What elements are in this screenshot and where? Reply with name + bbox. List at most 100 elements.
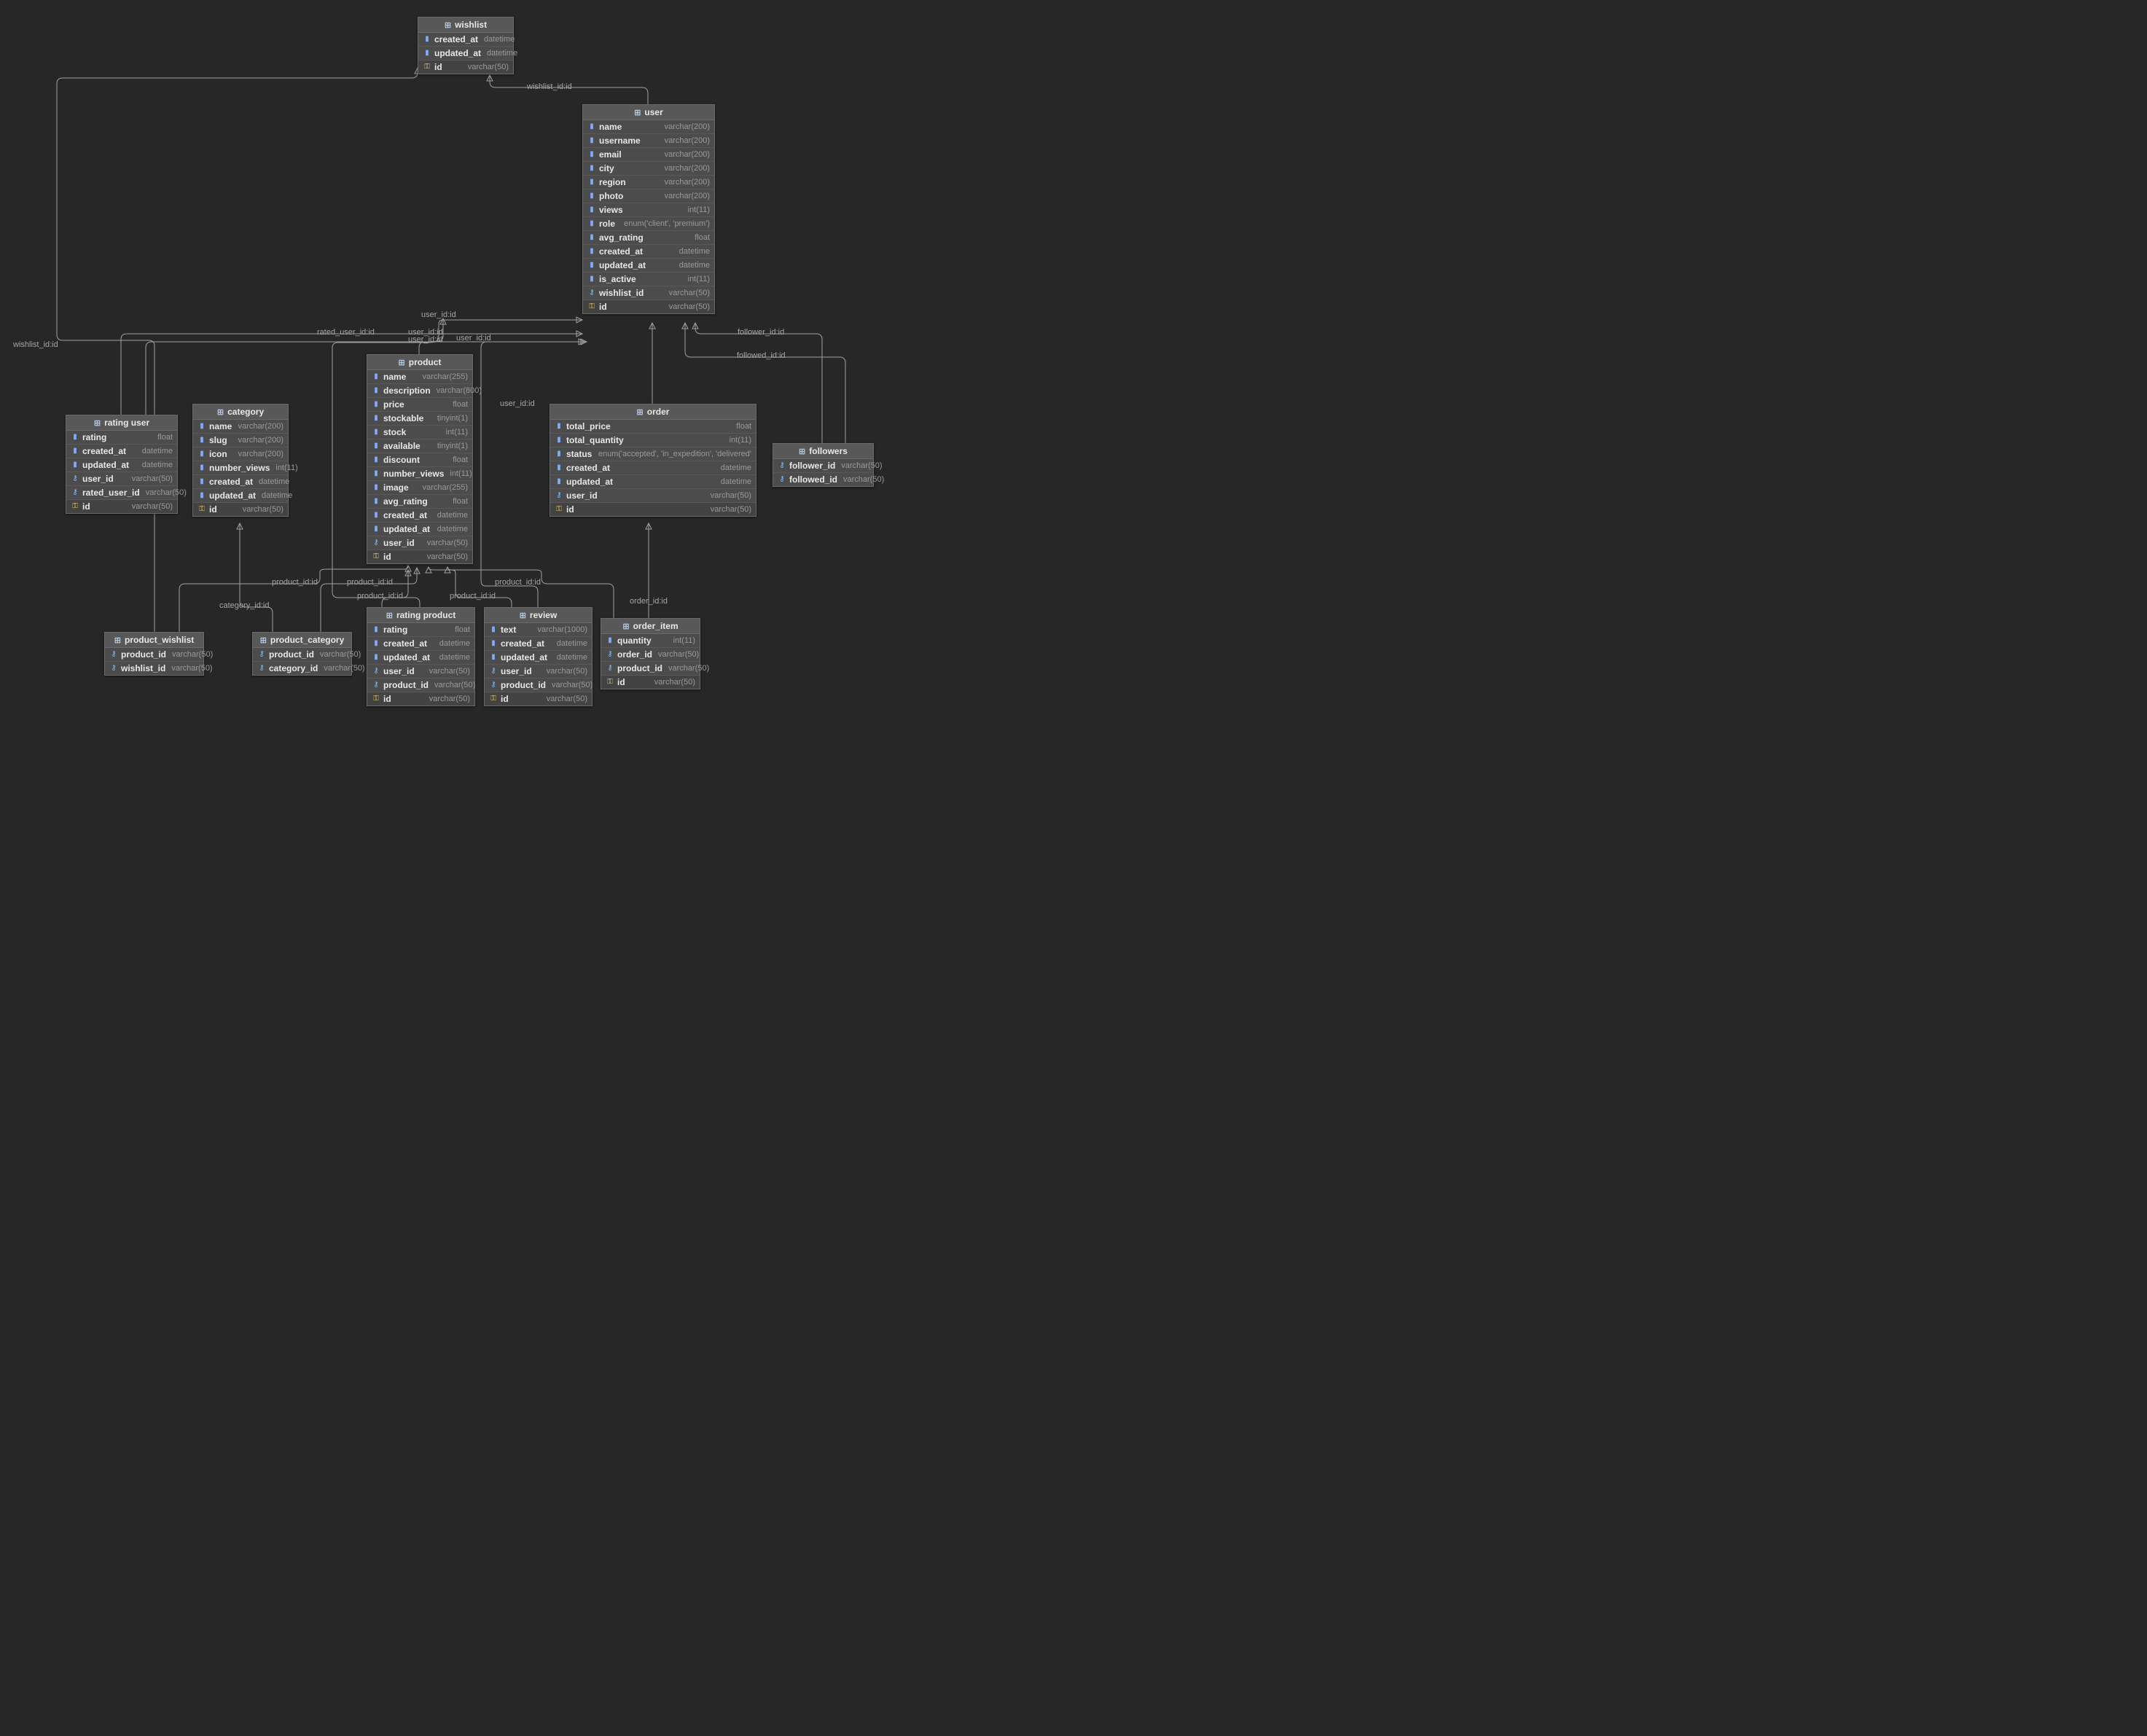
column-row[interactable]: idvarchar(50) [418, 60, 513, 74]
column-row[interactable]: cityvarchar(200) [583, 162, 714, 176]
column-row[interactable]: is_activeint(11) [583, 273, 714, 286]
column-row[interactable]: stockabletinyint(1) [367, 412, 472, 426]
column-row[interactable]: idvarchar(50) [66, 500, 177, 513]
column-row[interactable]: idvarchar(50) [367, 550, 472, 563]
entity-header[interactable]: product_category [253, 633, 351, 648]
column-row[interactable]: number_viewsint(11) [193, 461, 288, 475]
column-row[interactable]: idvarchar(50) [550, 503, 756, 516]
entity-header[interactable]: product [367, 355, 472, 370]
entity-review[interactable]: reviewtextvarchar(1000)created_atdatetim… [484, 607, 593, 706]
column-row[interactable]: total_pricefloat [550, 420, 756, 434]
column-row[interactable]: idvarchar(50) [367, 692, 474, 705]
column-row[interactable]: emailvarchar(200) [583, 148, 714, 162]
column-row[interactable]: created_atdatetime [418, 33, 513, 47]
column-row[interactable]: roleenum('client', 'premium') [583, 217, 714, 231]
entity-followers[interactable]: followersfollower_idvarchar(50)followed_… [773, 443, 874, 487]
column-row[interactable]: product_idvarchar(50) [253, 648, 351, 662]
column-row[interactable]: updated_atdatetime [485, 651, 592, 665]
column-row[interactable]: idvarchar(50) [583, 300, 714, 313]
column-row[interactable]: idvarchar(50) [601, 676, 700, 689]
column-type: varchar(50) [237, 505, 283, 514]
column-row[interactable]: usernamevarchar(200) [583, 134, 714, 148]
column-row[interactable]: namevarchar(200) [193, 420, 288, 434]
column-row[interactable]: statusenum('accepted', 'in_expedition', … [550, 447, 756, 461]
column-row[interactable]: user_idvarchar(50) [367, 665, 474, 679]
column-row[interactable]: namevarchar(255) [367, 370, 472, 384]
column-row[interactable]: pricefloat [367, 398, 472, 412]
column-row[interactable]: updated_atdatetime [367, 651, 474, 665]
column-row[interactable]: follower_idvarchar(50) [773, 459, 873, 473]
column-row[interactable]: updated_atdatetime [418, 47, 513, 60]
column-row[interactable]: product_idvarchar(50) [105, 648, 203, 662]
column-row[interactable]: created_atdatetime [367, 509, 472, 523]
column-row[interactable]: iconvarchar(200) [193, 447, 288, 461]
entity-header[interactable]: rating product [367, 608, 474, 623]
entity-header[interactable]: order [550, 404, 756, 420]
column-row[interactable]: number_viewsint(11) [367, 467, 472, 481]
column-row[interactable]: namevarchar(200) [583, 120, 714, 134]
column-row[interactable]: imagevarchar(255) [367, 481, 472, 495]
column-row[interactable]: avg_ratingfloat [367, 495, 472, 509]
column-row[interactable]: order_idvarchar(50) [601, 648, 700, 662]
column-row[interactable]: user_idvarchar(50) [550, 489, 756, 503]
column-row[interactable]: ratingfloat [367, 623, 474, 637]
column-row[interactable]: total_quantityint(11) [550, 434, 756, 447]
column-row[interactable]: idvarchar(50) [485, 692, 592, 705]
column-row[interactable]: wishlist_idvarchar(50) [105, 662, 203, 675]
entity-header[interactable]: category [193, 404, 288, 420]
column-row[interactable]: photovarchar(200) [583, 189, 714, 203]
column-row[interactable]: stockint(11) [367, 426, 472, 439]
column-row[interactable]: updated_atdatetime [66, 458, 177, 472]
column-row[interactable]: updated_atdatetime [550, 475, 756, 489]
column-row[interactable]: updated_atdatetime [367, 523, 472, 536]
column-row[interactable]: ratingfloat [66, 431, 177, 445]
column-row[interactable]: descriptionvarchar(800) [367, 384, 472, 398]
column-row[interactable]: created_atdatetime [193, 475, 288, 489]
entity-order_item[interactable]: order_itemquantityint(11)order_idvarchar… [601, 618, 700, 689]
column-row[interactable]: created_atdatetime [66, 445, 177, 458]
relationship-label: category_id:id [219, 601, 270, 610]
entity-header[interactable]: product_wishlist [105, 633, 203, 648]
column-row[interactable]: updated_atdatetime [583, 259, 714, 273]
column-row[interactable]: quantityint(11) [601, 634, 700, 648]
entity-header[interactable]: followers [773, 444, 873, 459]
column-row[interactable]: user_idvarchar(50) [485, 665, 592, 679]
relationship-edge [429, 567, 512, 607]
entity-order[interactable]: ordertotal_pricefloattotal_quantityint(1… [550, 404, 756, 517]
column-row[interactable]: textvarchar(1000) [485, 623, 592, 637]
entity-product_category[interactable]: product_categoryproduct_idvarchar(50)cat… [252, 632, 352, 676]
column-row[interactable]: regionvarchar(200) [583, 176, 714, 189]
entity-wishlist[interactable]: wishlistcreated_atdatetimeupdated_atdate… [418, 17, 514, 74]
column-row[interactable]: created_atdatetime [550, 461, 756, 475]
entity-category[interactable]: categorynamevarchar(200)slugvarchar(200)… [192, 404, 289, 517]
column-row[interactable]: product_idvarchar(50) [367, 679, 474, 692]
entity-product_wishlist[interactable]: product_wishlistproduct_idvarchar(50)wis… [104, 632, 204, 676]
column-row[interactable]: avg_ratingfloat [583, 231, 714, 245]
column-row[interactable]: wishlist_idvarchar(50) [583, 286, 714, 300]
column-row[interactable]: rated_user_idvarchar(50) [66, 486, 177, 500]
column-row[interactable]: slugvarchar(200) [193, 434, 288, 447]
column-row[interactable]: updated_atdatetime [193, 489, 288, 503]
entity-header[interactable]: wishlist [418, 17, 513, 33]
entity-rating_product[interactable]: rating productratingfloatcreated_atdatet… [367, 607, 475, 706]
entity-header[interactable]: review [485, 608, 592, 623]
entity-header[interactable]: rating user [66, 415, 177, 431]
entity-header[interactable]: user [583, 105, 714, 120]
column-row[interactable]: user_idvarchar(50) [367, 536, 472, 550]
column-row[interactable]: product_idvarchar(50) [601, 662, 700, 676]
column-row[interactable]: product_idvarchar(50) [485, 679, 592, 692]
entity-rating_user[interactable]: rating userratingfloatcreated_atdatetime… [66, 415, 178, 514]
column-row[interactable]: created_atdatetime [583, 245, 714, 259]
column-row[interactable]: viewsint(11) [583, 203, 714, 217]
column-row[interactable]: idvarchar(50) [193, 503, 288, 516]
entity-product[interactable]: productnamevarchar(255)descriptionvarcha… [367, 354, 473, 564]
column-row[interactable]: user_idvarchar(50) [66, 472, 177, 486]
entity-user[interactable]: usernamevarchar(200)usernamevarchar(200)… [582, 104, 715, 314]
column-row[interactable]: discountfloat [367, 453, 472, 467]
column-row[interactable]: created_atdatetime [367, 637, 474, 651]
column-row[interactable]: category_idvarchar(50) [253, 662, 351, 675]
column-row[interactable]: availabletinyint(1) [367, 439, 472, 453]
column-row[interactable]: followed_idvarchar(50) [773, 473, 873, 486]
entity-header[interactable]: order_item [601, 619, 700, 634]
column-row[interactable]: created_atdatetime [485, 637, 592, 651]
